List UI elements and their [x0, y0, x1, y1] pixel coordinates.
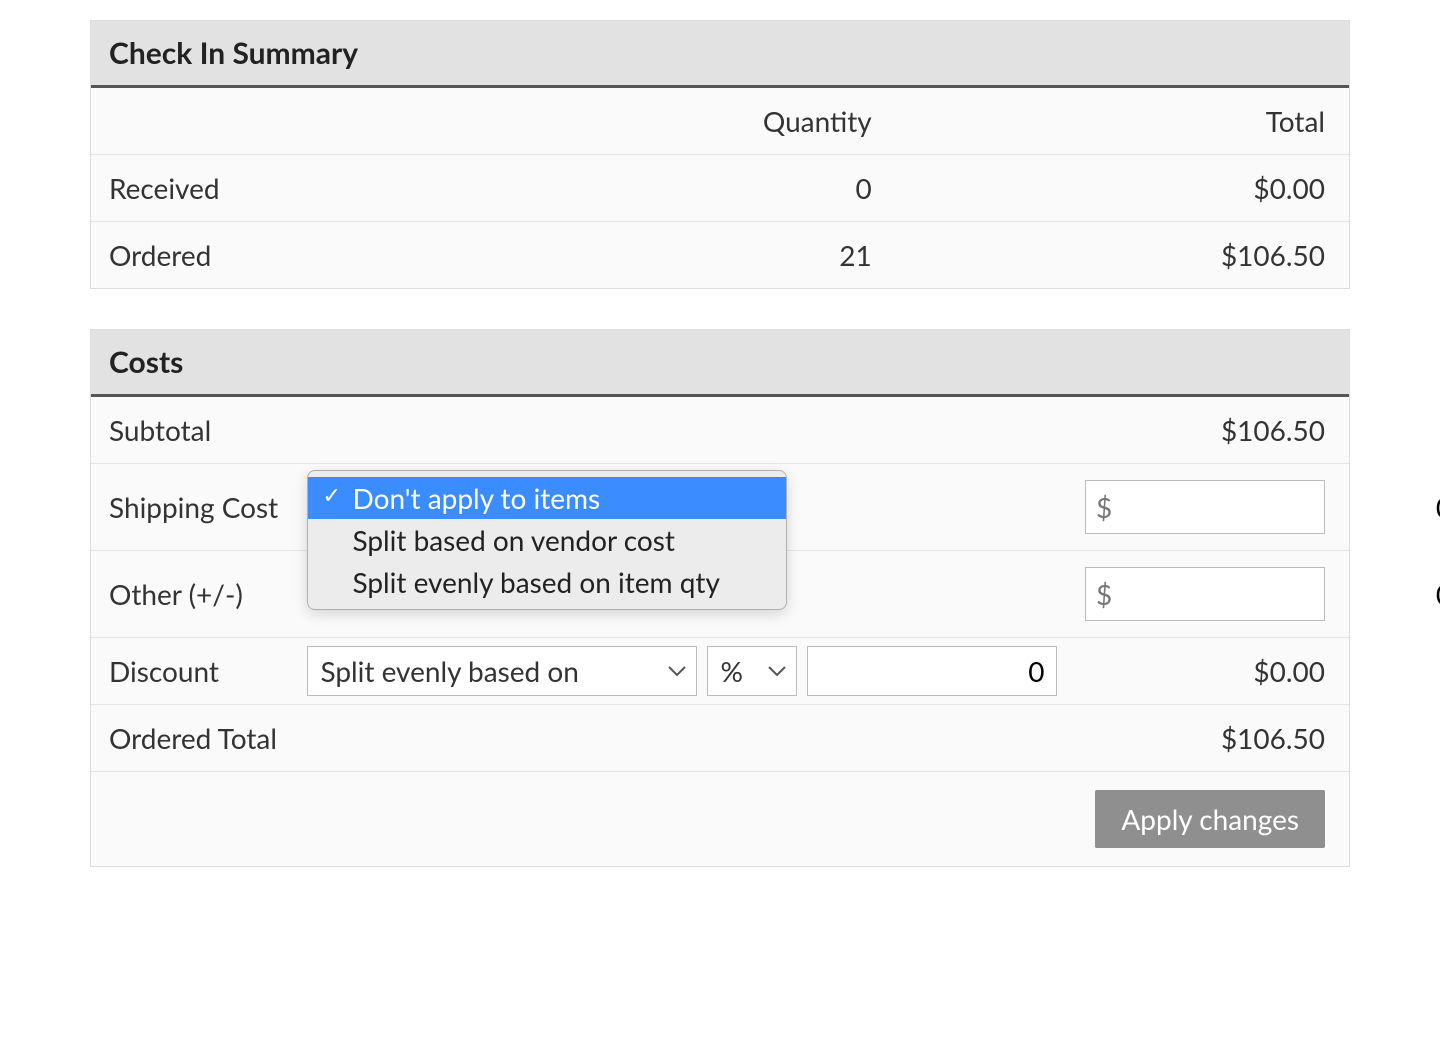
shipping-label: Shipping Cost [91, 464, 307, 551]
dollar-prefix: $ [1086, 490, 1122, 524]
summary-header-row: Quantity Total [91, 88, 1349, 155]
other-amount-input[interactable]: $ [1085, 567, 1325, 621]
panel-title: Costs [91, 330, 1349, 397]
summary-received-label: Received [91, 155, 311, 222]
summary-ordered-total: $106.50 [890, 222, 1349, 289]
subtotal-label: Subtotal [91, 397, 307, 464]
summary-row-received: Received 0 $0.00 [91, 155, 1349, 222]
costs-panel: Costs Subtotal $106.50 Shipping Cost Don… [90, 329, 1350, 867]
ordered-total-value: $106.50 [1067, 705, 1349, 772]
shipping-amount-input[interactable]: $ [1085, 480, 1325, 534]
discount-method-value: Split evenly based on [320, 654, 578, 688]
shipping-method-dropdown[interactable]: Don't apply to items Split based on vend… [307, 470, 787, 610]
costs-row-shipping: Shipping Cost Don't apply to items Split… [91, 464, 1349, 551]
summary-header-total: Total [890, 88, 1349, 155]
other-label: Other (+/-) [91, 551, 307, 638]
discount-value-input[interactable] [807, 646, 1057, 696]
costs-row-subtotal: Subtotal $106.50 [91, 397, 1349, 464]
ordered-total-label: Ordered Total [91, 705, 307, 772]
costs-row-discount: Discount Split evenly based on % [91, 638, 1349, 705]
summary-table: Quantity Total Received 0 $0.00 Ordered … [91, 88, 1349, 288]
summary-ordered-label: Ordered [91, 222, 311, 289]
chevron-down-icon [768, 665, 786, 677]
dollar-prefix: $ [1086, 577, 1122, 611]
apply-changes-button[interactable]: Apply changes [1095, 790, 1325, 848]
costs-row-ordered-total: Ordered Total $106.50 [91, 705, 1349, 772]
costs-action-row: Apply changes [91, 772, 1349, 867]
discount-label: Discount [91, 638, 307, 705]
discount-unit-select[interactable]: % [707, 646, 797, 696]
summary-received-qty: 0 [311, 155, 890, 222]
summary-header-qty: Quantity [311, 88, 890, 155]
chevron-down-icon [668, 665, 686, 677]
other-amount-field[interactable] [1122, 568, 1440, 620]
dropdown-option-split-vendor[interactable]: Split based on vendor cost [308, 519, 786, 561]
subtotal-value: $106.50 [1067, 397, 1349, 464]
discount-unit-value: % [720, 654, 742, 688]
dropdown-option-split-qty[interactable]: Split evenly based on item qty [308, 561, 786, 603]
shipping-amount-field[interactable] [1122, 481, 1440, 533]
discount-method-select[interactable]: Split evenly based on [307, 646, 697, 696]
summary-received-total: $0.00 [890, 155, 1349, 222]
summary-header-empty [91, 88, 311, 155]
summary-ordered-qty: 21 [311, 222, 890, 289]
check-in-summary-panel: Check In Summary Quantity Total Received… [90, 20, 1350, 289]
discount-total: $0.00 [1067, 638, 1349, 705]
costs-table: Subtotal $106.50 Shipping Cost Don't app… [91, 397, 1349, 866]
summary-row-ordered: Ordered 21 $106.50 [91, 222, 1349, 289]
panel-title: Check In Summary [91, 21, 1349, 88]
dropdown-option-dont-apply[interactable]: Don't apply to items [308, 477, 786, 519]
